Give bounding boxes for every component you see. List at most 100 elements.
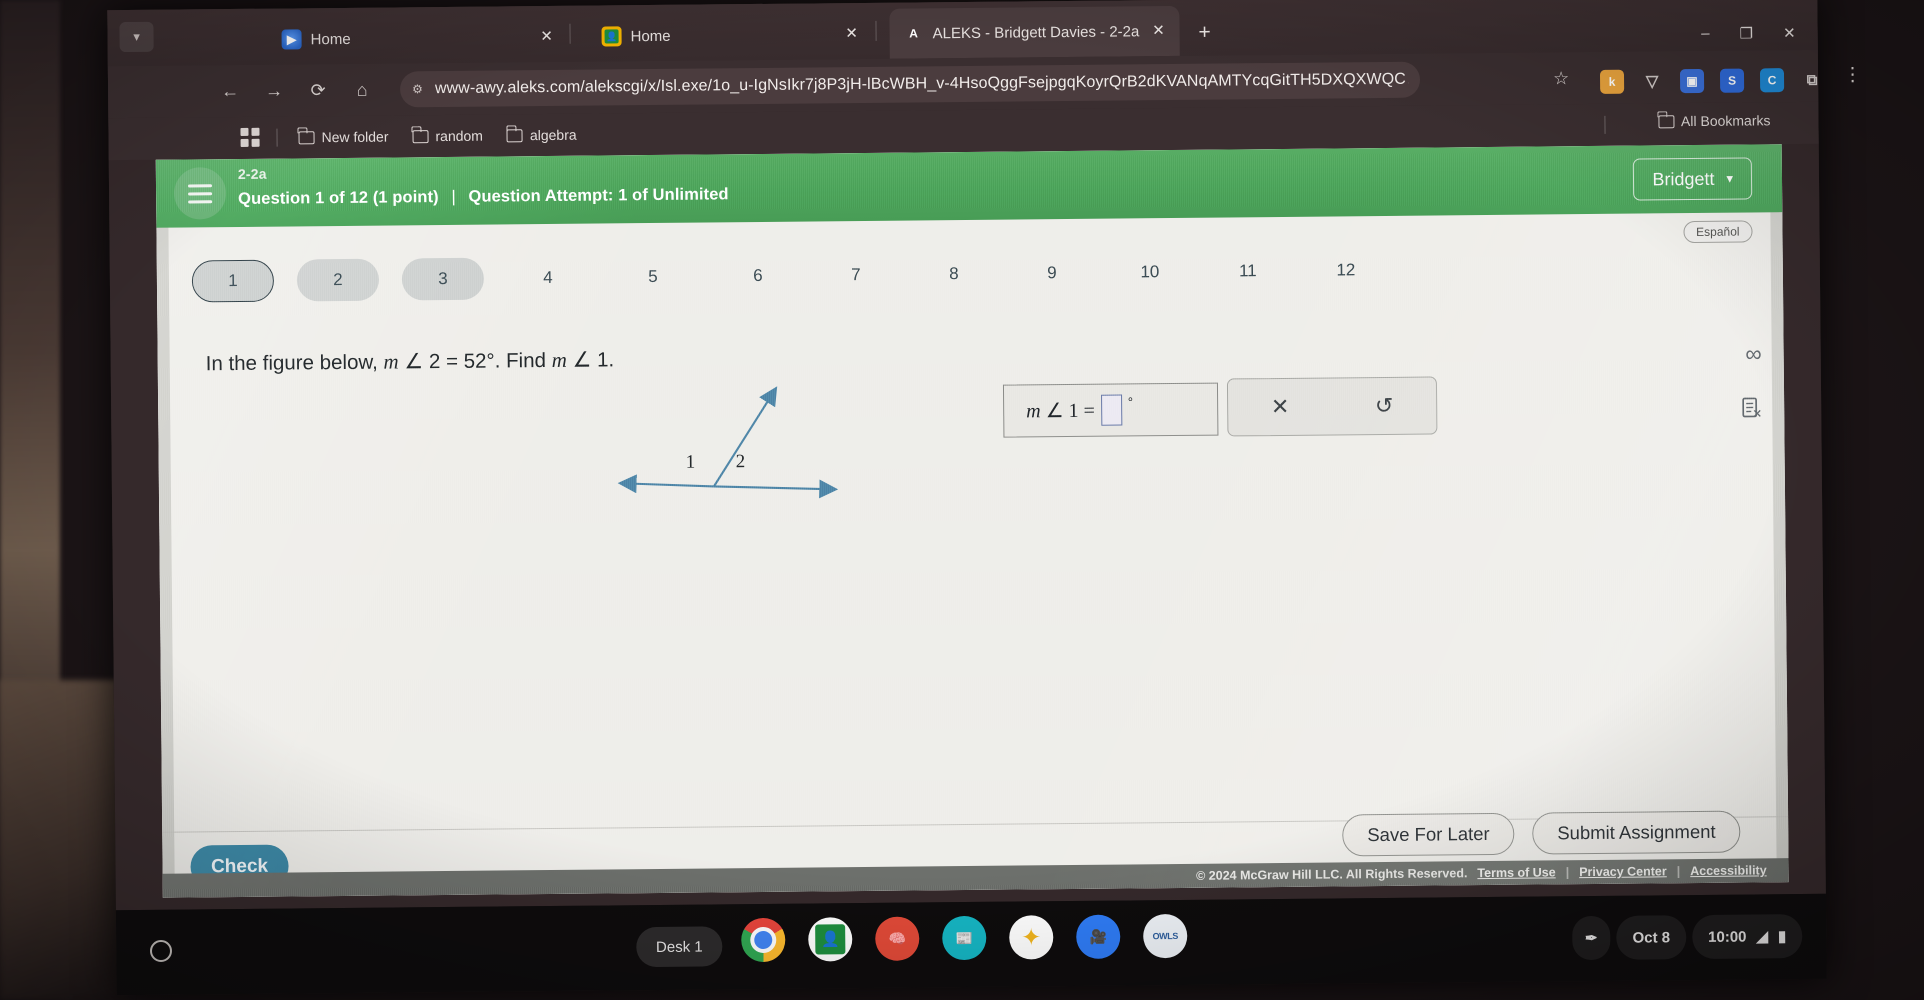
answer-label-eq: = bbox=[1083, 399, 1095, 422]
prompt-find: Find bbox=[505, 349, 547, 373]
chrome-app-icon[interactable] bbox=[741, 917, 786, 963]
kami-extension-icon[interactable]: k bbox=[1599, 69, 1625, 94]
book-app-icon[interactable]: OWLS bbox=[1143, 913, 1188, 959]
pill-label: 10 bbox=[1140, 262, 1160, 282]
all-bookmarks-button[interactable]: All Bookmarks bbox=[1657, 112, 1771, 130]
classroom-glyph: 👤 bbox=[815, 924, 846, 955]
brain-app-icon[interactable]: 🧠 bbox=[875, 916, 920, 961]
prompt-lead: In the figure below, bbox=[205, 350, 378, 376]
question-pill-11[interactable]: 11 bbox=[1207, 250, 1289, 293]
all-bookmarks-label: All Bookmarks bbox=[1680, 112, 1771, 130]
address-bar-url: www-awy.aleks.com/alekscgi/x/Isl.exe/1o_… bbox=[434, 70, 1409, 98]
terms-of-use-link[interactable]: Terms of Use bbox=[1477, 865, 1555, 880]
question-pill-6[interactable]: 6 bbox=[717, 255, 799, 298]
menu-hamburger-icon[interactable] bbox=[173, 167, 227, 220]
tab-divider bbox=[569, 23, 571, 44]
apps-grid-icon[interactable] bbox=[240, 127, 260, 148]
zoom-app-icon[interactable]: 🎥 bbox=[1076, 914, 1121, 959]
s-extension-icon[interactable]: S bbox=[1719, 68, 1745, 93]
tab-search-chevron-icon[interactable]: ▾ bbox=[119, 21, 154, 53]
blue-extension-icon[interactable]: ▣ bbox=[1679, 68, 1705, 94]
prompt-equals: = bbox=[445, 349, 459, 373]
language-toggle-button[interactable]: Español bbox=[1683, 220, 1753, 244]
answer-input-container[interactable]: m ∠ 1 = ° bbox=[1002, 382, 1219, 438]
bookmark-algebra[interactable]: algebra bbox=[499, 123, 585, 148]
assignment-name: 2-2a bbox=[237, 165, 267, 182]
brain-glyph: 🧠 bbox=[888, 930, 907, 947]
tab-close-icon[interactable]: ✕ bbox=[1147, 20, 1169, 42]
answer-input-field[interactable] bbox=[1100, 394, 1123, 426]
tab-title: Home bbox=[630, 27, 671, 45]
angle-icon: ∠ bbox=[572, 348, 592, 372]
home-button[interactable]: ⌂ bbox=[340, 79, 384, 100]
answer-toolbox: ✕ ↺ bbox=[1226, 376, 1438, 437]
desk-switcher-button[interactable]: Desk 1 bbox=[636, 926, 723, 968]
news-app-icon[interactable]: 📰 bbox=[942, 915, 987, 961]
accessibility-link[interactable]: Accessibility bbox=[1690, 863, 1767, 878]
bookmark-label: algebra bbox=[529, 126, 577, 144]
chromeos-shelf: Desk 1 👤 🧠 📰 ✦ 🎥 OWLS ✒ Oct 8 10:00 ◢ ▮ bbox=[115, 893, 1827, 996]
bookmark-star-icon[interactable]: ☆ bbox=[1553, 68, 1569, 89]
calendar-tray-button[interactable]: Oct 8 bbox=[1616, 915, 1687, 960]
degree-symbol: ° bbox=[1127, 394, 1134, 410]
puzzle-extension-icon[interactable]: ⧉ bbox=[1800, 68, 1824, 92]
bookmark-label: random bbox=[435, 127, 484, 145]
tab-home-classroom[interactable]: 👤 Home bbox=[587, 9, 827, 61]
c-extension-icon[interactable]: C bbox=[1759, 68, 1785, 93]
forward-button[interactable]: → bbox=[252, 80, 296, 101]
tab-aleks-active[interactable]: A ALEKS - Bridgett Davies - 2-2a bbox=[889, 5, 1180, 59]
shield-extension-icon[interactable]: ▽ bbox=[1640, 69, 1664, 93]
question-pill-4[interactable]: 4 bbox=[507, 257, 589, 300]
undo-answer-icon[interactable]: ↺ bbox=[1375, 393, 1394, 419]
user-menu-button[interactable]: Bridgett ▾ bbox=[1633, 157, 1753, 201]
reload-button[interactable]: ⟳ bbox=[296, 79, 340, 100]
close-window-button[interactable]: ✕ bbox=[1783, 24, 1796, 42]
clear-answer-icon[interactable]: ✕ bbox=[1271, 394, 1290, 420]
submit-assignment-button[interactable]: Submit Assignment bbox=[1532, 810, 1741, 855]
bookmark-random[interactable]: random bbox=[404, 124, 491, 149]
question-status: Question 1 of 12 (1 point) | Question At… bbox=[238, 185, 729, 209]
question-pill-1[interactable]: 1 bbox=[191, 259, 275, 303]
prompt-given-angle: 2 bbox=[428, 350, 441, 374]
tab-home-meet[interactable]: ▶ Home bbox=[267, 12, 517, 64]
footer-sep: | bbox=[1565, 865, 1570, 880]
bookmark-new-folder[interactable]: New folder bbox=[290, 124, 396, 149]
maximize-button[interactable]: ❐ bbox=[1739, 24, 1754, 42]
privacy-center-link[interactable]: Privacy Center bbox=[1579, 864, 1667, 879]
question-pill-10[interactable]: 10 bbox=[1109, 251, 1191, 294]
new-tab-button[interactable]: + bbox=[1192, 21, 1216, 46]
question-pill-5[interactable]: 5 bbox=[612, 256, 694, 299]
question-pill-3[interactable]: 3 bbox=[401, 257, 485, 301]
save-for-later-button[interactable]: Save For Later bbox=[1342, 812, 1515, 857]
question-pill-8[interactable]: 8 bbox=[913, 253, 995, 296]
battery-icon: ▮ bbox=[1777, 928, 1787, 946]
window-controls: – ❐ ✕ bbox=[1701, 24, 1796, 43]
back-button[interactable]: ← bbox=[208, 80, 252, 101]
chrome-menu-kebab-icon[interactable]: ⋮ bbox=[1843, 63, 1862, 86]
aleks-page: 2-2a Question 1 of 12 (1 point) | Questi… bbox=[155, 144, 1789, 898]
question-pill-2[interactable]: 2 bbox=[296, 258, 380, 302]
minimize-button[interactable]: – bbox=[1701, 25, 1710, 43]
site-permissions-icon[interactable]: ⚙ bbox=[412, 82, 423, 96]
explanation-infinity-icon[interactable]: ∞ bbox=[1745, 340, 1762, 367]
question-pill-9[interactable]: 9 bbox=[1011, 252, 1093, 295]
pill-label: 8 bbox=[949, 264, 959, 284]
stylus-tray-button[interactable]: ✒ bbox=[1571, 915, 1611, 961]
question-pill-12[interactable]: 12 bbox=[1305, 249, 1387, 292]
prompt-m2: m bbox=[551, 347, 567, 372]
tab-close-icon[interactable]: ✕ bbox=[840, 23, 862, 45]
question-pill-7[interactable]: 7 bbox=[815, 254, 897, 297]
question-prompt: In the figure below, m ∠ 2 = 52°. Find m… bbox=[206, 347, 615, 376]
answer-label-m: m bbox=[1026, 400, 1041, 423]
system-tray: ✒ Oct 8 10:00 ◢ ▮ bbox=[1571, 914, 1803, 961]
question-attempt: Question Attempt: 1 of Unlimited bbox=[468, 185, 729, 206]
google-classroom-app-icon[interactable]: 👤 bbox=[808, 917, 853, 962]
angle-diagram-svg: 1 2 bbox=[617, 386, 839, 499]
photograph-of-laptop-screen: ▾ ▶ Home ✕ 👤 Home ✕ A ALEKS - Bridgett D… bbox=[0, 0, 1924, 1000]
tab-close-icon[interactable]: ✕ bbox=[535, 26, 557, 48]
status-tray-button[interactable]: 10:00 ◢ ▮ bbox=[1691, 914, 1803, 960]
aleks-header: 2-2a Question 1 of 12 (1 point) | Questi… bbox=[155, 144, 1783, 228]
star-app-icon[interactable]: ✦ bbox=[1009, 915, 1054, 960]
book-label: OWLS bbox=[1152, 930, 1178, 942]
notes-icon[interactable] bbox=[1740, 396, 1762, 424]
